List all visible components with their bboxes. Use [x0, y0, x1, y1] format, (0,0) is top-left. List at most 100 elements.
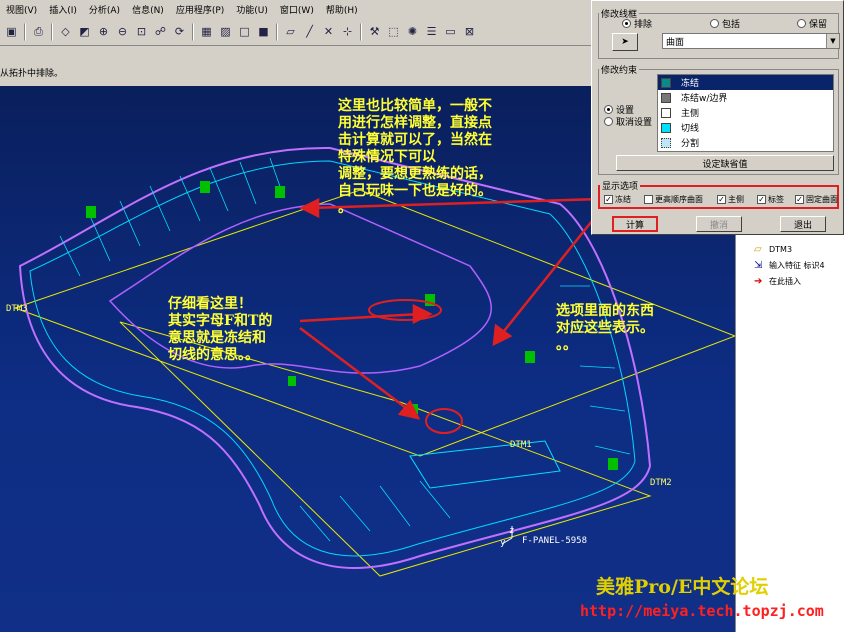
main-toolbar: ▣ ⎙ ◇ ◩ ⊕ ⊖ ⊡ ☍ ⟳ ▦ ▨ □ ■ ▱ ╱ ✕ ⊹ ⚒ ⬚ ✺ …	[0, 18, 600, 46]
list-item-label: 分割	[681, 139, 700, 149]
watermark-forum-name: 美雅Pro/E中文论坛	[596, 576, 769, 598]
checkbox-master[interactable]: ✓ 主侧	[717, 194, 744, 205]
list-item-label: 冻结	[681, 79, 700, 89]
menu-insert[interactable]: 插入(I)	[49, 3, 77, 16]
radio-dot	[797, 19, 806, 28]
menu-analysis[interactable]: 分析(A)	[89, 3, 120, 16]
panel-inner-edge	[29, 160, 636, 557]
checkbox-label: 主侧	[728, 195, 744, 204]
checkbox-box: ✓	[604, 195, 613, 204]
radio-dot	[622, 19, 631, 28]
checkbox-label: 固定曲面	[806, 195, 838, 204]
menu-bar: 视图(V) 插入(I) 分析(A) 信息(N) 应用程序(P) 功能(U) 窗口…	[0, 0, 600, 18]
checkbox-label: 标签	[768, 195, 784, 204]
shading-icon[interactable]: ■	[255, 23, 272, 40]
zoom-in-icon[interactable]: ⊕	[95, 23, 112, 40]
radio-keep[interactable]: 保留	[797, 17, 827, 30]
tree-item-label: 在此插入	[769, 277, 801, 286]
zoom-out-icon[interactable]: ⊖	[114, 23, 131, 40]
view-manager-icon[interactable]: ☍	[152, 23, 169, 40]
menu-view[interactable]: 视图(V)	[6, 3, 37, 16]
fit-icon[interactable]: ⊡	[133, 23, 150, 40]
checkbox-box: ✓	[757, 195, 766, 204]
orient-icon[interactable]: ◩	[76, 23, 93, 40]
exit-button[interactable]: 退出	[780, 216, 826, 232]
surface-label-markers	[86, 181, 618, 470]
checkbox-fixed-surface[interactable]: ✓ 固定曲面	[795, 194, 838, 205]
pointer-icon: ➤	[621, 37, 629, 47]
tool-icon[interactable]: ⚒	[366, 23, 383, 40]
list-item-label: 冻结w/边界	[681, 94, 728, 104]
select-icon[interactable]: ⬚	[385, 23, 402, 40]
checkbox-label: 更高顺序曲面	[655, 195, 703, 204]
datum-plane-icon[interactable]: ▱	[282, 23, 299, 40]
tree-item-import-feature[interactable]: ⇲ 输入特征 标识4	[754, 260, 825, 271]
toolbar-separator	[51, 22, 53, 41]
layers-icon[interactable]: ☰	[423, 23, 440, 40]
constraint-list[interactable]: 冻结 冻结w/边界 主侧 切线 分割	[657, 74, 834, 152]
color-swatch	[661, 137, 671, 148]
compute-button[interactable]: 计算	[612, 216, 658, 232]
label-csys-name: F-PANEL-5958	[522, 536, 588, 546]
import-feature-icon: ⇲	[754, 260, 763, 271]
radio-include[interactable]: 包括	[710, 17, 740, 30]
menu-info[interactable]: 信息(N)	[132, 3, 164, 16]
radio-unset[interactable]: 取消设置	[604, 115, 652, 128]
tree-item-insert-here[interactable]: ➔ 在此插入	[754, 276, 801, 287]
menu-applications[interactable]: 应用程序(P)	[176, 3, 224, 16]
modify-constraints-legend: 修改约束	[601, 66, 638, 76]
datum-point-icon[interactable]: ✕	[320, 23, 337, 40]
list-item-label: 切线	[681, 124, 700, 134]
label-dtm1: DTM1	[510, 440, 532, 450]
list-item-tangent[interactable]: 切线	[658, 120, 833, 135]
checkbox-labels[interactable]: ✓ 标签	[757, 194, 784, 205]
status-message: 从拓扑中排除。	[0, 69, 64, 79]
list-item-frozen[interactable]: 冻结	[658, 75, 833, 90]
list-item-label: 主侧	[681, 109, 700, 119]
message-area: 从拓扑中排除。	[0, 46, 600, 86]
menu-utilities[interactable]: 功能(U)	[236, 3, 268, 16]
datum-axis-icon[interactable]: ╱	[301, 23, 318, 40]
no-hidden-icon[interactable]: □	[236, 23, 253, 40]
hidden-line-icon[interactable]: ▨	[217, 23, 234, 40]
checkbox-higher-order[interactable]: 更高顺序曲面	[644, 194, 703, 205]
select-pointer-button[interactable]: ➤	[612, 33, 638, 51]
checkbox-frozen[interactable]: ✓ 冻结	[604, 194, 631, 205]
list-item-master-side[interactable]: 主侧	[658, 105, 833, 120]
close-icon[interactable]: ⊠	[461, 23, 478, 40]
radio-exclude[interactable]: 排除	[622, 17, 652, 30]
print-icon[interactable]: ⎙	[30, 23, 47, 40]
color-swatch	[661, 122, 671, 133]
save-icon[interactable]: ▣	[3, 23, 20, 40]
checkbox-box: ✓	[717, 195, 726, 204]
radio-dot	[710, 19, 719, 28]
repaint-icon[interactable]: ◇	[57, 23, 74, 40]
spin-icon[interactable]: ⟳	[171, 23, 188, 40]
list-item-split[interactable]: 分割	[658, 135, 833, 150]
window-icon[interactable]: ▭	[442, 23, 459, 40]
surface-type-select[interactable]: 曲面 ▼	[662, 33, 840, 49]
panel-outline	[18, 146, 652, 569]
display-options-legend: 显示选项	[602, 182, 639, 192]
list-item-frozen-boundary[interactable]: 冻结w/边界	[658, 90, 833, 105]
wireframe-icon[interactable]: ▦	[198, 23, 215, 40]
label-csys-y: y	[500, 538, 506, 548]
watermark-url: http://meiya.tech.topzj.com	[580, 602, 824, 620]
tree-item-label: DTM3	[769, 245, 793, 254]
help-icon[interactable]: ✺	[404, 23, 421, 40]
csys-icon[interactable]: ⊹	[339, 23, 356, 40]
tree-item-label: 输入特征 标识4	[769, 261, 825, 270]
color-swatch	[661, 92, 671, 103]
annotation-right: 选项里面的东西 对应这些表示。 。。	[556, 303, 654, 353]
chevron-down-icon: ▼	[826, 34, 839, 48]
undo-button[interactable]: 撤消	[696, 216, 742, 232]
radio-dot	[604, 105, 613, 114]
set-default-button[interactable]: 设定缺省值	[616, 155, 834, 171]
menu-window[interactable]: 窗口(W)	[280, 3, 314, 16]
menu-help[interactable]: 帮助(H)	[326, 3, 358, 16]
insert-here-icon: ➔	[754, 276, 763, 287]
topology-dialog: 修改线框 排除 包括 保留 ➤ 曲面 ▼ 修改约束 设置 取消设置 冻结 冻结w…	[591, 0, 844, 235]
tree-item-dtm3[interactable]: ▱ DTM3	[754, 244, 792, 255]
datum-plane-icon: ▱	[754, 244, 762, 255]
highlight-circle-f	[368, 299, 442, 321]
